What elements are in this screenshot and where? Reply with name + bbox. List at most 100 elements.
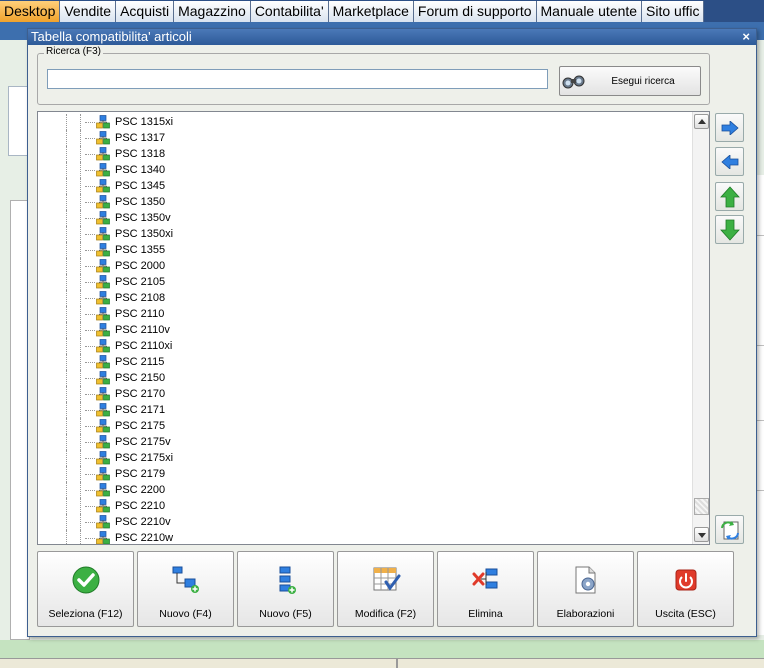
tree-item[interactable]: PSC 2170	[38, 386, 688, 402]
tree-guide	[80, 274, 81, 290]
tree-connector	[85, 490, 95, 491]
network-node-icon	[96, 243, 110, 257]
tree-item[interactable]: PSC 2110xi	[38, 338, 688, 354]
elaborazioni-button[interactable]: Elaborazioni	[537, 551, 634, 627]
tree-item[interactable]: PSC 1350xi	[38, 226, 688, 242]
tree-item[interactable]: PSC 2110v	[38, 322, 688, 338]
tree-connector	[85, 250, 95, 251]
menu-tab[interactable]: Sito uffic	[642, 1, 705, 22]
tree-guide	[80, 482, 81, 498]
close-icon[interactable]: ×	[742, 29, 750, 44]
edit-table-icon	[373, 567, 400, 591]
tree-connector	[85, 426, 95, 427]
nuovo-f5-button[interactable]: Nuovo (F5)	[237, 551, 334, 627]
tree-guide	[80, 354, 81, 370]
tree-guide	[80, 130, 81, 146]
menu-tab[interactable]: Magazzino	[174, 1, 251, 22]
tree-connector	[85, 138, 95, 139]
tree-item-label: PSC 2108	[115, 292, 166, 304]
arrow-down-icon	[719, 219, 740, 241]
tree-item[interactable]: PSC 1317	[38, 130, 688, 146]
background-right-grid	[756, 175, 764, 635]
network-node-icon	[96, 227, 110, 241]
elaborazioni-label: Elaborazioni	[556, 608, 615, 620]
tree-connector	[85, 314, 95, 315]
tree-item[interactable]: PSC 2150	[38, 370, 688, 386]
modifica-label: Modifica (F2)	[354, 608, 417, 620]
tree-item-label: PSC 1350v	[115, 212, 171, 224]
tree-item[interactable]: PSC 2000	[38, 258, 688, 274]
nuovo-f4-button[interactable]: Nuovo (F4)	[137, 551, 234, 627]
top-menu-bar: Desktop Vendite Acquisti Magazzino Contabili…	[0, 0, 764, 22]
menu-tab[interactable]: Marketplace	[328, 1, 414, 22]
scroll-thumb[interactable]	[694, 498, 709, 515]
tree-scrollbar[interactable]	[692, 112, 709, 544]
arrow-left-icon	[720, 154, 738, 169]
tree-connector	[85, 378, 95, 379]
tree-item[interactable]: PSC 2200	[38, 482, 688, 498]
tree-item[interactable]: PSC 2210v	[38, 514, 688, 530]
tree-guide	[80, 466, 81, 482]
tree-guide	[80, 418, 81, 434]
move-left-button[interactable]	[715, 147, 744, 176]
document-gear-icon	[575, 566, 595, 594]
move-up-button[interactable]	[715, 182, 744, 211]
network-node-icon	[96, 403, 110, 417]
uscita-button[interactable]: Uscita (ESC)	[637, 551, 734, 627]
action-toolbar: Seleziona (F12) Nuovo (F4) Nuovo (F5) Mo…	[37, 551, 747, 629]
tree-guide	[80, 514, 81, 530]
tree-item-label: PSC 1350	[115, 196, 166, 208]
tree-item[interactable]: PSC 2210	[38, 498, 688, 514]
menu-tab[interactable]: Contabilita'	[250, 1, 329, 22]
nuovo-f4-label: Nuovo (F4)	[159, 608, 212, 620]
tree-item[interactable]: PSC 1345	[38, 178, 688, 194]
modifica-button[interactable]: Modifica (F2)	[337, 551, 434, 627]
tree-item[interactable]: PSC 2110	[38, 306, 688, 322]
tree-item[interactable]: PSC 2175v	[38, 434, 688, 450]
tree-item[interactable]: PSC 1318	[38, 146, 688, 162]
tree-item[interactable]: PSC 2108	[38, 290, 688, 306]
scroll-down-button[interactable]	[694, 527, 709, 542]
tree-item[interactable]: PSC 2171	[38, 402, 688, 418]
tree-connector	[85, 458, 95, 459]
tree-guide	[80, 178, 81, 194]
tree-guide	[80, 498, 81, 514]
menu-tab[interactable]: Vendite	[60, 1, 117, 22]
tree-item[interactable]: PSC 1350	[38, 194, 688, 210]
tree-item[interactable]: PSC 2175xi	[38, 450, 688, 466]
move-down-button[interactable]	[715, 215, 744, 244]
menu-tab[interactable]: Desktop	[0, 1, 61, 22]
tree-guide	[80, 530, 81, 544]
tree-guide	[80, 306, 81, 322]
tree-connector	[85, 154, 95, 155]
refresh-button[interactable]	[715, 515, 744, 544]
tree-item[interactable]: PSC 1340	[38, 162, 688, 178]
search-button[interactable]: Esegui ricerca	[559, 66, 701, 96]
menu-tab[interactable]: Manuale utente	[536, 1, 643, 22]
elimina-button[interactable]: Elimina	[437, 551, 534, 627]
seleziona-label: Seleziona (F12)	[48, 608, 123, 620]
tree-item[interactable]: PSC 1315xi	[38, 114, 688, 130]
tree-item[interactable]: PSC 2105	[38, 274, 688, 290]
tree-item[interactable]: PSC 1355	[38, 242, 688, 258]
tree-item-label: PSC 2210	[115, 500, 166, 512]
search-input[interactable]	[47, 69, 548, 89]
tree-item[interactable]: PSC 2175	[38, 418, 688, 434]
menu-tab[interactable]: Acquisti	[116, 1, 175, 22]
tree-item[interactable]: PSC 2115	[38, 354, 688, 370]
tree-item-label: PSC 2171	[115, 404, 166, 416]
tree-item[interactable]: PSC 1350v	[38, 210, 688, 226]
tree-connector	[85, 282, 95, 283]
network-node-icon	[96, 467, 110, 481]
tree-guide	[80, 162, 81, 178]
background-panel	[8, 86, 28, 156]
seleziona-button[interactable]: Seleziona (F12)	[37, 551, 134, 627]
tree-item[interactable]: PSC 2210w	[38, 530, 688, 544]
search-button-label: Esegui ricerca	[611, 75, 675, 87]
scroll-up-button[interactable]	[694, 114, 709, 129]
menu-tab[interactable]: Forum di supporto	[413, 1, 537, 22]
tree-connector	[85, 394, 95, 395]
move-right-button[interactable]	[715, 113, 744, 142]
tree-item[interactable]: PSC 2179	[38, 466, 688, 482]
compatibility-tree[interactable]: PSC 1315xi PSC 1317 PSC 1318 PSC 1340 PSC 13…	[37, 111, 710, 545]
